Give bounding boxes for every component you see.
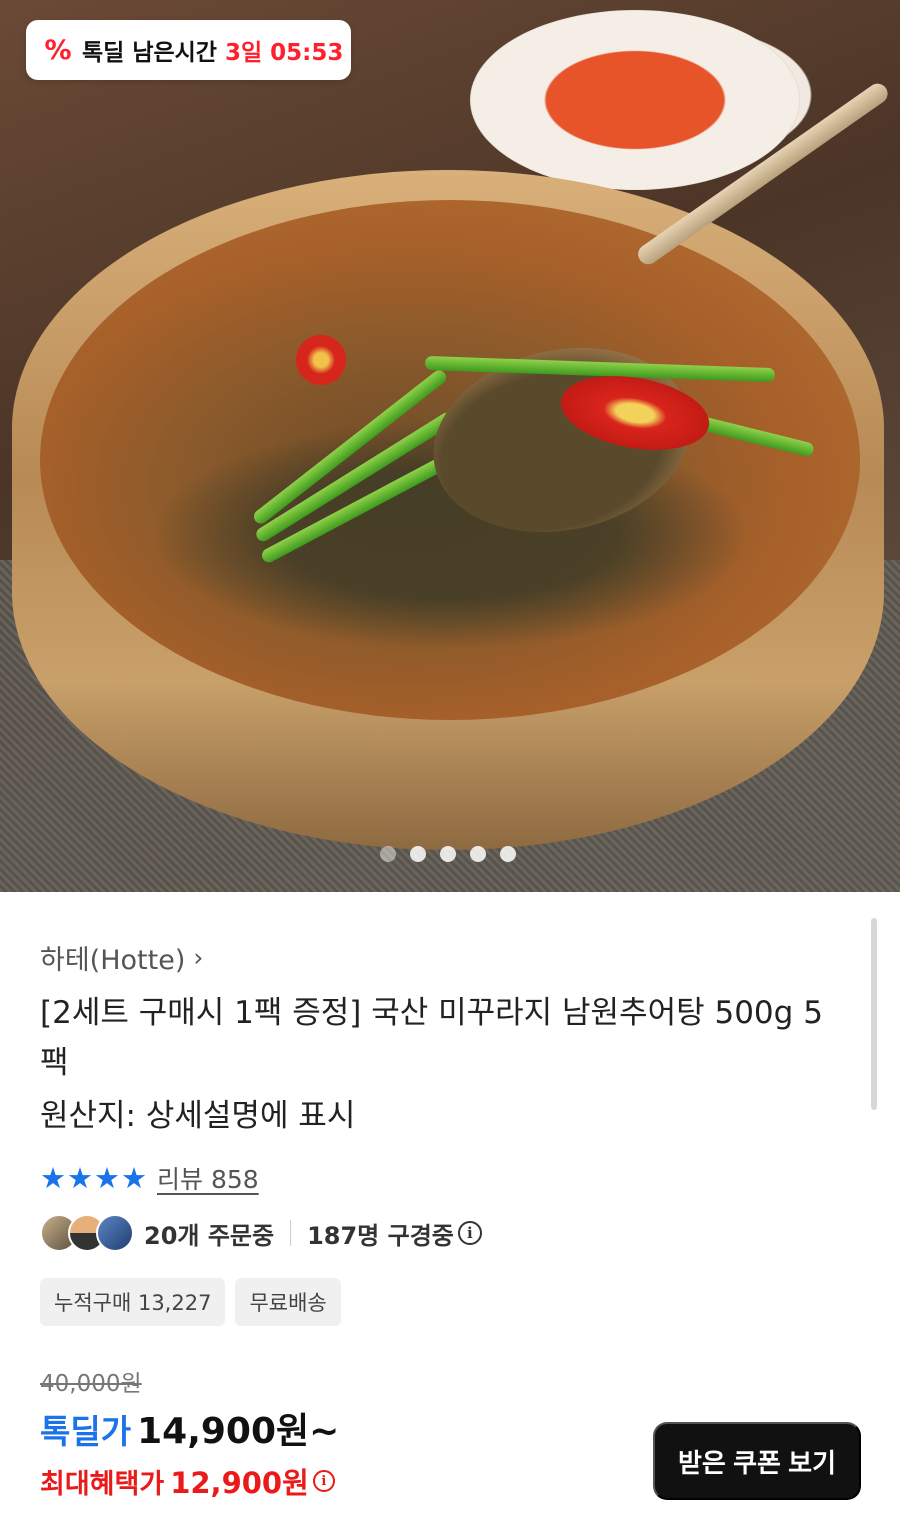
image-side-dish — [470, 10, 800, 190]
carousel-dots — [380, 846, 516, 862]
cumulative-purchase-chip: 누적구매 13,227 — [40, 1278, 226, 1326]
brand-name: 하테(Hotte) — [40, 945, 186, 976]
star-rating: ★ ★ ★ ★ — [40, 1160, 147, 1195]
chevron-right-icon: › — [193, 943, 204, 972]
view-coupons-button[interactable]: 받은 쿠폰 보기 — [653, 1422, 861, 1500]
carousel-dot[interactable] — [500, 846, 516, 862]
info-icon[interactable]: i — [312, 1470, 335, 1492]
percent-tag-icon: % — [44, 34, 72, 66]
carousel-dot[interactable] — [380, 846, 396, 862]
original-price: 40,000원 — [40, 1371, 142, 1397]
deal-price-row: 톡딜가 14,900원~ — [40, 1402, 339, 1454]
product-title: [2세트 구매시 1팩 증정] 국산 미꾸라지 남원추어탕 500g 5팩 — [40, 995, 823, 1081]
max-benefit-price: 12,900원 — [170, 1466, 309, 1500]
star-icon: ★ — [94, 1160, 120, 1195]
viewing-count: 187명 구경중 — [307, 1221, 454, 1250]
timer-remaining: 3일 05:53 — [224, 40, 344, 66]
carousel-dot[interactable] — [470, 846, 486, 862]
deal-price: 14,900원~ — [137, 1411, 340, 1452]
scrollbar[interactable] — [871, 918, 877, 1110]
product-chips: 누적구매 13,227 무료배송 — [40, 1278, 341, 1326]
image-chili — [296, 335, 346, 385]
star-icon: ★ — [121, 1160, 147, 1195]
product-origin: 원산지: 상세설명에 표시 — [40, 1098, 356, 1134]
brand-link[interactable]: 하테(Hotte) › — [40, 938, 203, 977]
rating-row[interactable]: ★ ★ ★ ★ 리뷰 858 — [40, 1160, 259, 1196]
carousel-dot[interactable] — [410, 846, 426, 862]
product-image[interactable] — [0, 0, 900, 892]
social-proof-row: 20개 주문중 187명 구경중 i — [40, 1214, 482, 1252]
star-icon: ★ — [67, 1160, 93, 1195]
ordering-count: 20개 주문중 — [144, 1221, 275, 1250]
star-icon: ★ — [40, 1160, 66, 1195]
info-icon[interactable]: i — [457, 1221, 482, 1245]
max-benefit-row: 최대혜택가 12,900원 i — [40, 1460, 335, 1502]
review-count-link[interactable]: 리뷰 858 — [157, 1160, 259, 1196]
deal-price-label: 톡딜가 — [40, 1412, 132, 1451]
buyer-avatars — [40, 1214, 134, 1252]
divider — [290, 1220, 292, 1246]
free-shipping-chip: 무료배송 — [235, 1278, 341, 1326]
deal-timer-badge: % 톡딜 남은시간 3일 05:53 — [26, 20, 351, 80]
max-benefit-label: 최대혜택가 — [40, 1468, 165, 1500]
timer-label: 톡딜 남은시간 — [82, 40, 217, 66]
avatar — [96, 1214, 134, 1252]
carousel-dot[interactable] — [440, 846, 456, 862]
